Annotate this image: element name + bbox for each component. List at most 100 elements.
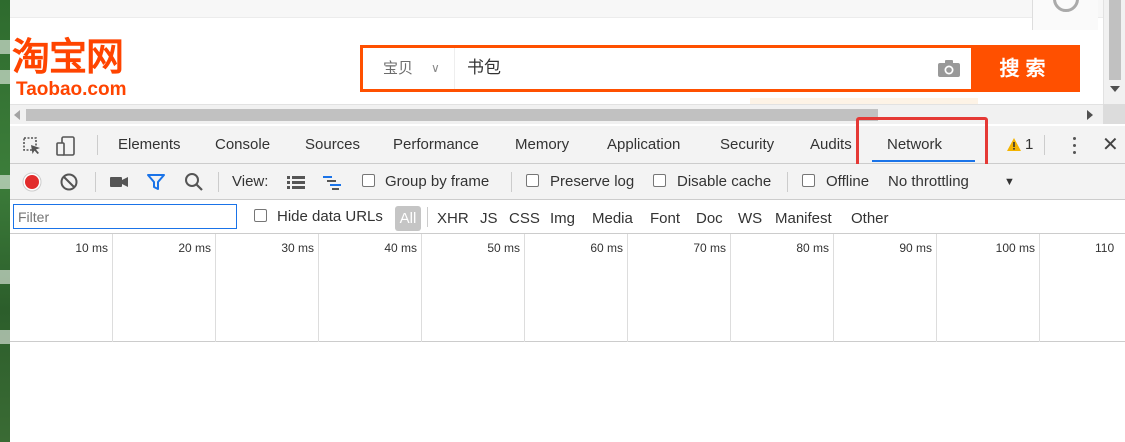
- toolbar-divider: [511, 172, 512, 192]
- tab-performance[interactable]: Performance: [393, 126, 479, 164]
- network-filter-bar: Hide data URLs All XHR JS CSS Img Media …: [10, 200, 1125, 234]
- preserve-log-label: Preserve log: [550, 173, 635, 190]
- toolbar-divider: [787, 172, 788, 192]
- toolbar-divider: [218, 172, 219, 192]
- disable-cache-checkbox[interactable]: [653, 174, 666, 187]
- tab-elements[interactable]: Elements: [118, 126, 181, 164]
- tab-sources[interactable]: Sources: [305, 126, 360, 164]
- toolbar-divider: [95, 172, 96, 192]
- scroll-right-icon[interactable]: [1087, 110, 1093, 120]
- timeline-tick-label: 60 ms: [590, 241, 623, 255]
- toolbar-divider: [97, 135, 98, 155]
- filter-type-other[interactable]: Other: [851, 200, 889, 234]
- timeline-column: 110: [1040, 234, 1125, 342]
- vertical-scroll-thumb[interactable]: [1109, 0, 1121, 80]
- timeline-tick-label: 80 ms: [796, 241, 829, 255]
- scroll-left-icon[interactable]: [14, 110, 20, 120]
- inspect-element-icon[interactable]: [22, 136, 42, 156]
- tab-security[interactable]: Security: [720, 126, 774, 164]
- active-tab-indicator: [872, 160, 975, 162]
- timeline-column: 60 ms: [525, 234, 628, 342]
- filter-type-doc[interactable]: Doc: [696, 200, 723, 234]
- webpage-viewport: 淘宝网 Taobao.com 宝贝 ∨ 书包 搜索: [10, 0, 1103, 104]
- tab-console[interactable]: Console: [215, 126, 270, 164]
- timeline-column: 10 ms: [10, 234, 113, 342]
- timeline-tick-label: 50 ms: [487, 241, 520, 255]
- screenshots-icon[interactable]: [109, 172, 129, 192]
- camera-icon[interactable]: [937, 59, 961, 78]
- network-toolbar: View: Group by frame Preserve log Disabl…: [10, 164, 1125, 200]
- more-options-icon[interactable]: [1073, 137, 1077, 155]
- taobao-logo[interactable]: 淘宝网: [12, 36, 124, 78]
- taobao-logo-text[interactable]: Taobao.com: [16, 80, 127, 100]
- chevron-down-icon[interactable]: ▼: [1004, 164, 1015, 200]
- disable-cache-label: Disable cache: [677, 173, 772, 190]
- timeline-tick-label: 90 ms: [899, 241, 932, 255]
- hide-data-urls-label: Hide data URLs: [277, 208, 383, 225]
- timeline-tick-label: 70 ms: [693, 241, 726, 255]
- filter-type-js[interactable]: JS: [480, 200, 498, 234]
- throttling-select[interactable]: No throttling: [888, 164, 969, 200]
- filter-type-manifest[interactable]: Manifest: [775, 200, 832, 234]
- scrollbar-corner: [1103, 104, 1125, 124]
- timeline-column: 20 ms: [113, 234, 216, 342]
- chevron-down-icon: ∨: [431, 61, 440, 75]
- close-icon[interactable]: ✕: [1102, 135, 1119, 155]
- group-by-frame-label: Group by frame: [385, 173, 490, 190]
- network-request-list: [10, 342, 1125, 442]
- timeline-column: 90 ms: [834, 234, 937, 342]
- warning-count[interactable]: 1: [1025, 126, 1033, 164]
- network-overview-timeline[interactable]: 10 ms 20 ms 30 ms 40 ms 50 ms 60 ms 70 ms 80 ms…: [10, 234, 1125, 342]
- filter-type-ws[interactable]: WS: [738, 200, 762, 234]
- timeline-tick-label: 40 ms: [384, 241, 417, 255]
- timeline-column: 100 ms: [937, 234, 1040, 342]
- page-top-button[interactable]: [1032, 0, 1098, 30]
- filter-type-css[interactable]: CSS: [509, 200, 540, 234]
- filter-type-all[interactable]: All: [395, 206, 421, 231]
- search-button[interactable]: 搜索: [971, 45, 1080, 92]
- toolbar-divider: [1044, 135, 1045, 155]
- timeline-column: 30 ms: [216, 234, 319, 342]
- offline-checkbox[interactable]: [802, 174, 815, 187]
- page-vertical-scrollbar[interactable]: [1103, 0, 1125, 104]
- horizontal-scroll-thumb[interactable]: [26, 109, 878, 121]
- timeline-tick-label: 20 ms: [178, 241, 211, 255]
- filter-type-font[interactable]: Font: [650, 200, 680, 234]
- filter-type-media[interactable]: Media: [592, 200, 633, 234]
- timeline-tick-label: 30 ms: [281, 241, 314, 255]
- record-icon[interactable]: [22, 172, 42, 192]
- filter-type-img[interactable]: Img: [550, 200, 575, 234]
- large-rows-icon[interactable]: [286, 172, 306, 192]
- waterfall-overview-icon[interactable]: [322, 172, 342, 192]
- filter-type-xhr[interactable]: XHR: [437, 200, 469, 234]
- filter-input[interactable]: [13, 204, 237, 229]
- tab-audits[interactable]: Audits: [810, 126, 852, 164]
- preserve-log-checkbox[interactable]: [526, 174, 539, 187]
- timeline-column: 50 ms: [422, 234, 525, 342]
- page-top-bar: [10, 0, 1103, 18]
- device-toolbar-icon[interactable]: [56, 136, 76, 156]
- view-label: View:: [232, 173, 269, 190]
- tab-memory[interactable]: Memory: [515, 126, 569, 164]
- search-scope-label: 宝贝: [383, 59, 414, 77]
- timeline-tick-label: 100 ms: [995, 241, 1035, 255]
- desktop-background: [0, 0, 10, 442]
- search-scope-dropdown[interactable]: 宝贝 ∨: [363, 48, 455, 89]
- scroll-down-icon[interactable]: [1110, 86, 1120, 92]
- timeline-column: 80 ms: [731, 234, 834, 342]
- timeline-tick-label: 10 ms: [75, 241, 108, 255]
- timeline-column: 40 ms: [319, 234, 422, 342]
- tab-network[interactable]: Network: [887, 126, 942, 164]
- search-icon[interactable]: [184, 172, 204, 192]
- tab-application[interactable]: Application: [607, 126, 680, 164]
- devtools-tab-bar: Elements Console Sources Performance Mem…: [10, 126, 1125, 164]
- filter-icon[interactable]: [146, 172, 166, 192]
- hide-data-urls-checkbox[interactable]: [254, 209, 267, 222]
- search-box: 宝贝 ∨ 书包 搜索: [360, 45, 1080, 92]
- clear-icon[interactable]: [59, 172, 79, 192]
- search-input[interactable]: 书包: [459, 48, 929, 89]
- warning-icon[interactable]: [1006, 137, 1022, 152]
- offline-label: Offline: [826, 173, 870, 190]
- group-by-frame-checkbox[interactable]: [362, 174, 375, 187]
- page-horizontal-scrollbar[interactable]: [10, 104, 1103, 124]
